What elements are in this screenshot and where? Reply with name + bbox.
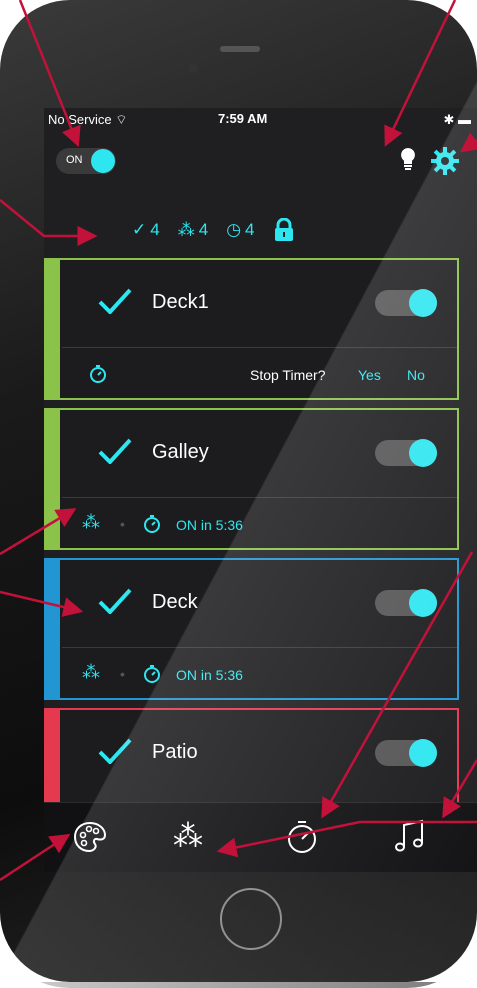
zone-toggle[interactable]	[375, 589, 437, 617]
app-screen: No Service ⌔ 7:59 AM ✱ ▬ ON ✓ 4 ⁂ 4 ◷ 4 …	[44, 108, 477, 872]
phone-body: No Service ⌔ 7:59 AM ✱ ▬ ON ✓ 4 ⁂ 4 ◷ 4 …	[0, 0, 477, 982]
timers-count: ◷ 4	[226, 220, 255, 239]
status-bar: No Service ⌔ 7:59 AM ✱ ▬	[44, 108, 477, 130]
zone-header: Galley	[62, 410, 457, 496]
toggle-knob	[409, 739, 437, 767]
home-button[interactable]	[220, 888, 282, 950]
tab-bar: ⁂	[44, 802, 477, 872]
sparkle-icon: ⁂	[177, 220, 195, 239]
timer-icon[interactable]	[282, 817, 322, 857]
check-icon: ✓	[132, 220, 147, 239]
zone-name: Deck	[152, 591, 198, 613]
master-power-toggle[interactable]: ON	[56, 148, 116, 174]
zone-card-galley[interactable]: Galley ⁂ • ON in 5:36	[44, 408, 459, 550]
checked-count: ✓ 4	[132, 220, 160, 239]
earpiece-speaker	[220, 46, 260, 52]
zone-header: Deck	[62, 560, 457, 646]
wifi-icon: ⌔	[115, 112, 128, 127]
zone-name: Patio	[152, 741, 198, 763]
front-camera	[188, 63, 198, 73]
check-icon[interactable]	[98, 738, 132, 764]
check-icon[interactable]	[98, 438, 132, 464]
battery-icon: ✱ ▬	[443, 112, 471, 127]
timer-status: ON in 5:36	[176, 667, 243, 683]
timer-icon	[144, 665, 160, 683]
summary-bar: ✓ 4 ⁂ 4 ◷ 4	[132, 213, 295, 247]
zone-header: Patio	[62, 710, 457, 796]
timer-status: ON in 5:36	[176, 517, 243, 533]
timer-icon	[90, 365, 106, 383]
zone-toggle[interactable]	[375, 289, 437, 317]
zone-name: Galley	[152, 441, 209, 463]
timer-icon	[144, 515, 160, 533]
zone-toggle[interactable]	[375, 439, 437, 467]
zone-header: Deck1	[62, 260, 457, 346]
check-icon[interactable]	[98, 288, 132, 314]
timer-row: Stop Timer? Yes No	[62, 348, 457, 402]
stop-timer-prompt: Stop Timer?	[250, 367, 326, 383]
yes-button[interactable]: Yes	[358, 367, 381, 383]
toggle-knob	[91, 149, 115, 173]
scenes-count: ⁂ 4	[177, 220, 209, 239]
zone-card-deck1[interactable]: Deck1 Stop Timer? Yes No	[44, 258, 459, 400]
sparkle-icon: ⁂	[82, 662, 100, 682]
timer-row: ⁂ • ON in 5:36	[62, 648, 457, 702]
gear-icon[interactable]	[430, 146, 460, 176]
dot-separator: •	[120, 666, 125, 682]
toggle-knob	[409, 439, 437, 467]
zone-color-bar	[44, 258, 60, 400]
music-icon[interactable]	[390, 817, 430, 857]
sparkle-icon: ⁂	[82, 512, 100, 532]
zone-toggle[interactable]	[375, 739, 437, 767]
palette-icon[interactable]	[70, 817, 110, 857]
timer-row: ⁂ • ON in 5:36	[62, 498, 457, 552]
toggle-label: ON	[66, 154, 83, 166]
check-icon[interactable]	[98, 588, 132, 614]
toggle-knob	[409, 289, 437, 317]
toggle-knob	[409, 589, 437, 617]
zone-name: Deck1	[152, 291, 209, 313]
clock-text: 7:59 AM	[218, 111, 268, 126]
no-button[interactable]: No	[407, 367, 425, 383]
zone-card-deck[interactable]: Deck ⁂ • ON in 5:36	[44, 558, 459, 700]
scenes-icon[interactable]: ⁂	[168, 817, 208, 857]
carrier-text: No Service ⌔	[48, 112, 128, 127]
timer-icon: ◷	[226, 220, 242, 239]
dot-separator: •	[120, 516, 125, 532]
lock-icon[interactable]	[273, 218, 295, 242]
zone-color-bar	[44, 558, 60, 700]
lightbulb-icon[interactable]	[398, 146, 418, 176]
zone-color-bar	[44, 408, 60, 550]
